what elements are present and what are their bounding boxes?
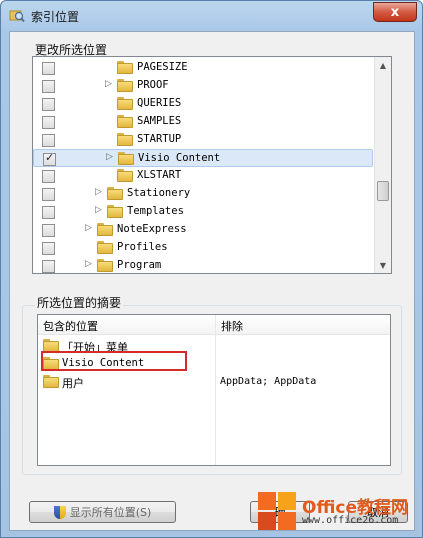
folder-icon — [117, 61, 133, 74]
tree-item[interactable]: ▷ Visio Content — [33, 149, 373, 167]
tree-item-checkbox[interactable] — [42, 242, 55, 255]
expand-arrow-icon[interactable]: ▷ — [95, 187, 105, 197]
tree-item-label: Program — [117, 259, 162, 271]
folder-tree[interactable]: PAGESIZE ▷ PROOF QUERIES SAMPLES STARTUP ▷ Visi… — [32, 56, 392, 274]
tree-item[interactable]: QUERIES — [33, 95, 373, 113]
tree-item-label: PROOF — [137, 79, 169, 91]
tree-item-checkbox[interactable] — [43, 151, 56, 166]
tree-item[interactable]: ▷ PROOF — [33, 77, 373, 95]
tree-item-label: PAGESIZE — [137, 61, 188, 73]
tree-item-checkbox[interactable] — [42, 188, 55, 201]
tree-item-checkbox[interactable] — [42, 98, 55, 111]
tree-item[interactable]: STARTUP — [33, 131, 373, 149]
tree-item[interactable]: ▷ NoteExpress — [33, 221, 373, 239]
column-header-included[interactable]: 包含的位置 — [38, 315, 215, 335]
location-name: 用户 — [62, 377, 84, 390]
summary-row[interactable]: 用户 AppData; AppData — [38, 373, 390, 391]
office-logo-icon — [258, 492, 296, 530]
tree-item[interactable]: ▷ Stationery — [33, 185, 373, 203]
folder-icon — [117, 133, 133, 146]
folder-icon — [107, 187, 123, 200]
tree-item[interactable]: ▷ Program — [33, 257, 373, 273]
tree-item[interactable]: Profiles — [33, 239, 373, 257]
title-bar[interactable]: 索引位置 x — [1, 1, 422, 31]
tree-item-label: Visio Content — [138, 152, 221, 164]
folder-icon — [117, 115, 133, 128]
tree-item[interactable]: ▷ Templates — [33, 203, 373, 221]
close-button[interactable]: x — [373, 2, 417, 22]
window-title: 索引位置 — [31, 10, 80, 24]
indexing-locations-window: 索引位置 x 更改所选位置 PAGESIZE ▷ PROOF QUERIES SAMPL… — [0, 0, 423, 538]
folder-icon — [118, 152, 134, 165]
summary-list[interactable]: 包含的位置 排除 「开始」菜单 Visio Content 用户 AppData… — [37, 314, 391, 466]
exclude-value: AppData; AppData — [220, 376, 317, 387]
folder-icon — [107, 205, 123, 218]
tree-item-label: QUERIES — [137, 97, 182, 109]
close-icon: x — [390, 4, 400, 20]
scroll-up-icon[interactable]: ▲ — [375, 57, 391, 73]
expand-arrow-icon[interactable]: ▷ — [85, 223, 95, 233]
tree-item-checkbox[interactable] — [42, 170, 55, 183]
tree-item-label: XLSTART — [137, 169, 182, 181]
show-all-locations-button[interactable]: 显示所有位置(S) — [29, 501, 176, 523]
tree-item-label: NoteExpress — [117, 223, 187, 235]
folder-icon — [117, 79, 133, 92]
tree-item-label: Stationery — [127, 187, 191, 199]
tree-item-checkbox[interactable] — [42, 224, 55, 237]
tree-item-checkbox[interactable] — [42, 260, 55, 273]
tree-item-checkbox[interactable] — [42, 206, 55, 219]
folder-icon — [97, 259, 113, 272]
expand-arrow-icon[interactable]: ▷ — [85, 259, 95, 269]
folder-icon — [117, 169, 133, 182]
expand-arrow-icon[interactable]: ▷ — [106, 152, 116, 162]
expand-arrow-icon[interactable]: ▷ — [105, 79, 115, 89]
show-all-label: 显示所有位置(S) — [69, 506, 152, 519]
tree-item-checkbox[interactable] — [42, 134, 55, 147]
tree-item-label: SAMPLES — [137, 115, 182, 127]
column-header-excluded[interactable]: 排除 — [216, 315, 390, 335]
tree-item-label: Templates — [127, 205, 184, 217]
tree-item-checkbox[interactable] — [42, 62, 55, 75]
folder-icon — [97, 241, 113, 254]
scroll-down-icon[interactable]: ▼ — [375, 257, 391, 273]
tree-item-label: STARTUP — [137, 133, 182, 145]
tree-item[interactable]: PAGESIZE — [33, 59, 373, 77]
summary-label: 所选位置的摘要 — [35, 294, 124, 311]
watermark: Office教程网 www.office26.com — [248, 488, 423, 536]
expand-arrow-icon[interactable]: ▷ — [95, 205, 105, 215]
tree-item-checkbox[interactable] — [42, 80, 55, 93]
tree-item[interactable]: XLSTART — [33, 167, 373, 185]
tree-item-checkbox[interactable] — [42, 116, 55, 129]
uac-shield-icon — [53, 505, 66, 519]
folder-icon — [97, 223, 113, 236]
tree-item-label: Profiles — [117, 241, 168, 253]
tree-scrollbar[interactable]: ▲ ▼ — [374, 57, 391, 273]
tree-item[interactable]: SAMPLES — [33, 113, 373, 131]
red-highlight-box — [41, 351, 187, 371]
scroll-thumb[interactable] — [377, 181, 389, 201]
watermark-url: www.office26.com — [302, 515, 399, 526]
folder-icon — [43, 375, 59, 388]
folder-icon — [117, 97, 133, 110]
search-folder-icon — [9, 7, 25, 23]
